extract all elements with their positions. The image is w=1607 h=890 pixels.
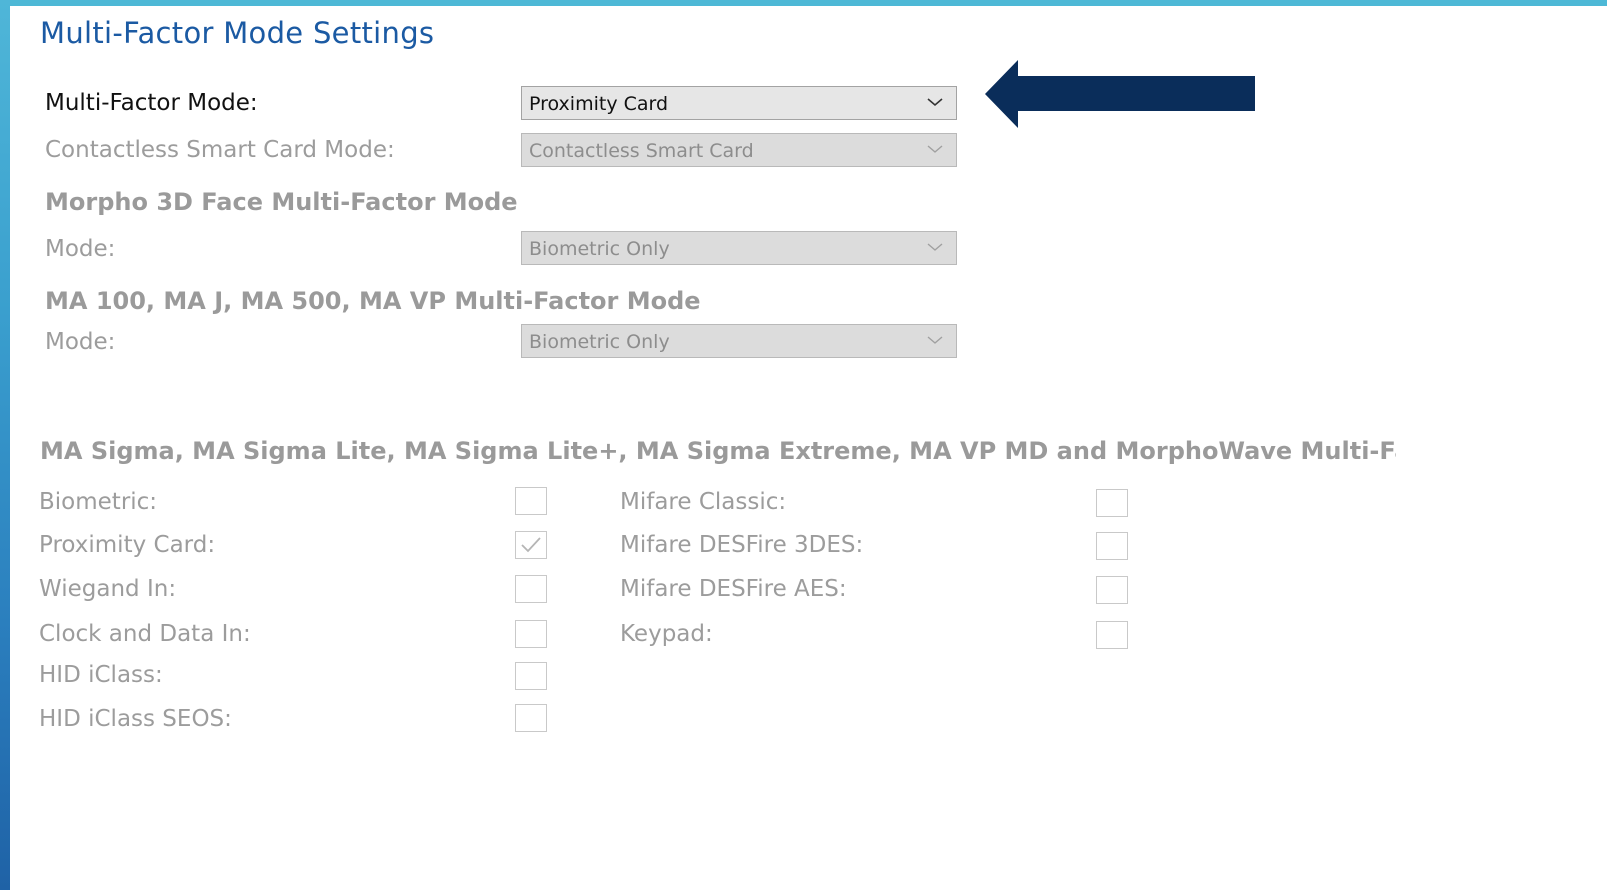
ma100-mode-value: Biometric Only (529, 331, 670, 353)
mifare-classic-checkbox[interactable] (1096, 489, 1128, 517)
contactless-mode-select[interactable]: Contactless Smart Card (521, 133, 957, 167)
mifare-desfire-3des-checkbox[interactable] (1096, 532, 1128, 560)
morpho3d-section-heading: Morpho 3D Face Multi-Factor Mode (45, 188, 518, 216)
left-accent-bar (0, 0, 10, 890)
ma100-section-heading: MA 100, MA J, MA 500, MA VP Multi-Factor… (45, 287, 701, 315)
multi-factor-mode-value: Proximity Card (529, 93, 669, 115)
ma100-mode-select[interactable]: Biometric Only (521, 324, 957, 358)
arrow-left-icon (985, 60, 1255, 128)
mifare-desfire-3des-label: Mifare DESFire 3DES: (620, 532, 864, 558)
keypad-label: Keypad: (620, 621, 713, 647)
morpho3d-mode-label: Mode: (45, 236, 116, 262)
multi-factor-mode-label: Multi-Factor Mode: (45, 90, 258, 116)
chevron-down-icon (927, 98, 943, 107)
contactless-mode-value: Contactless Smart Card (529, 140, 754, 162)
proximity-card-checkbox[interactable] (515, 531, 547, 559)
biometric-checkbox[interactable] (515, 487, 547, 515)
chevron-down-icon (927, 336, 943, 344)
ma100-mode-label: Mode: (45, 329, 116, 355)
contactless-mode-label: Contactless Smart Card Mode: (45, 137, 395, 163)
chevron-down-icon (927, 243, 943, 251)
page-title: Multi-Factor Mode Settings (40, 16, 435, 50)
morpho3d-mode-select[interactable]: Biometric Only (521, 231, 957, 265)
mifare-desfire-aes-label: Mifare DESFire AES: (620, 576, 847, 602)
multi-factor-mode-select[interactable]: Proximity Card (521, 86, 957, 120)
morpho3d-mode-value: Biometric Only (529, 238, 670, 260)
hid-iclass-seos-checkbox[interactable] (515, 704, 547, 732)
hid-iclass-checkbox[interactable] (515, 662, 547, 690)
mifare-desfire-aes-checkbox[interactable] (1096, 576, 1128, 604)
top-accent-bar (0, 0, 1607, 6)
hid-iclass-seos-label: HID iClass SEOS: (39, 706, 232, 732)
keypad-checkbox[interactable] (1096, 621, 1128, 649)
sigma-section-heading: MA Sigma, MA Sigma Lite, MA Sigma Lite+,… (40, 437, 1396, 465)
wiegand-in-checkbox[interactable] (515, 575, 547, 603)
biometric-label: Biometric: (39, 489, 158, 515)
wiegand-in-label: Wiegand In: (39, 576, 177, 602)
chevron-down-icon (927, 145, 943, 153)
hid-iclass-label: HID iClass: (39, 662, 163, 688)
clock-and-data-in-label: Clock and Data In: (39, 621, 251, 647)
sigma-heading-clip: MA Sigma, MA Sigma Lite, MA Sigma Lite+,… (40, 437, 1396, 465)
checkmark-icon (521, 537, 541, 553)
proximity-card-label: Proximity Card: (39, 532, 216, 558)
clock-and-data-in-checkbox[interactable] (515, 620, 547, 648)
mifare-classic-label: Mifare Classic: (620, 489, 787, 515)
